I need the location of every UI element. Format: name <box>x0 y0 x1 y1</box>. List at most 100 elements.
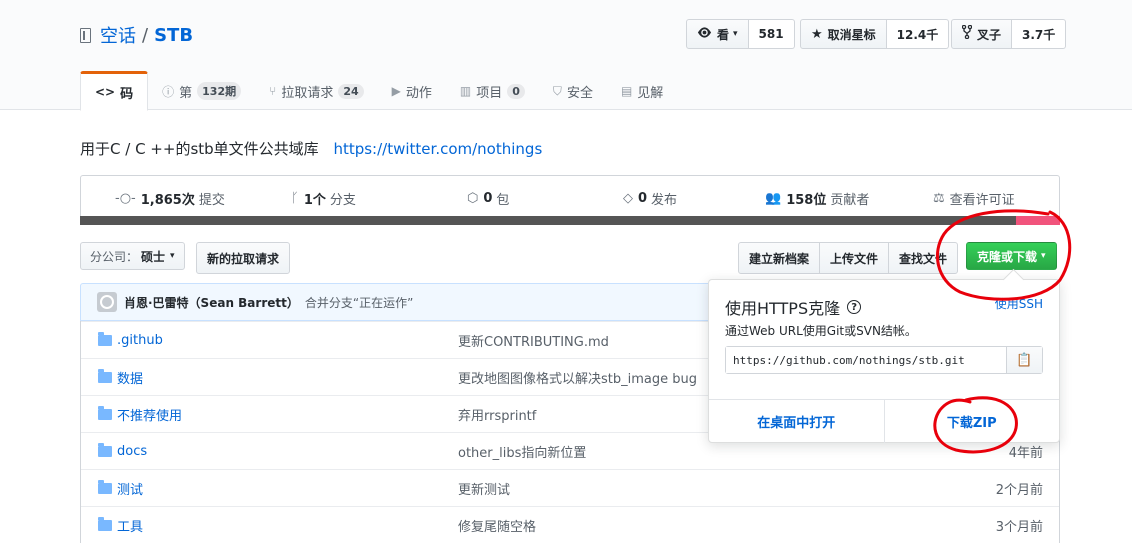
tab-security-label: 安全 <box>566 85 593 101</box>
file-name-link[interactable]: .github <box>117 333 163 348</box>
commits-label: 提交 <box>198 193 225 208</box>
tag-icon: ◇ <box>623 191 633 206</box>
unstar-button[interactable]: ★ 取消星标 <box>800 19 887 49</box>
clone-actions: 在桌面中打开 下载ZIP <box>709 399 1059 443</box>
unstar-label: 取消星标 <box>827 27 876 42</box>
watch-group: 看 ▾ 581 <box>686 19 795 49</box>
license-label: 查看许可证 <box>949 193 1015 208</box>
file-name-link[interactable]: 测试 <box>117 479 143 498</box>
tab-pull-requests-label: 拉取请求 <box>281 85 334 101</box>
branch-icon: ᚴ <box>291 191 299 206</box>
create-new-file-button[interactable]: 建立新档案 <box>738 242 821 274</box>
watch-count[interactable]: 581 <box>748 19 795 49</box>
tab-insights[interactable]: ▤ 见解 <box>607 71 677 111</box>
commit-message[interactable]: 合并分支“正在运作” <box>305 294 413 311</box>
contributors-link[interactable]: 👥 158位 贡献者 <box>765 189 869 208</box>
find-file-button[interactable]: 查找文件 <box>888 242 959 274</box>
packages-link[interactable]: ⬡ 0 包 <box>467 189 509 208</box>
branch-prefix: 分公司： <box>90 249 139 264</box>
packages-label: 包 <box>496 193 510 208</box>
clone-download-button[interactable]: 克隆或下载 ▾ <box>966 242 1057 270</box>
clone-url-field: 📋 <box>725 346 1043 374</box>
project-icon: ▥ <box>459 84 472 98</box>
license-link[interactable]: ⚖ 查看许可证 <box>933 189 1015 208</box>
commits-link[interactable]: -○- 1,865次 提交 <box>115 189 225 208</box>
fork-count[interactable]: 3.7千 <box>1012 19 1067 49</box>
language-segment-main <box>80 216 1016 225</box>
new-pull-request-button[interactable]: 新的拉取请求 <box>196 242 291 274</box>
commit-author[interactable]: 肖恩·巴雷特（Sean Barrett） <box>124 294 299 311</box>
commit-age: 3个月前 <box>995 519 1043 535</box>
repo-book-icon <box>80 27 91 43</box>
use-ssh-link[interactable]: 使用SSH <box>995 295 1043 312</box>
folder-icon <box>98 443 112 457</box>
graph-icon: ▤ <box>620 84 633 98</box>
github-repo-page: 空话 / STB 看 ▾ 581 ★ 取消星标 12.4千 叉子 3.7千 <>… <box>0 0 1132 548</box>
tab-projects-label: 项目 <box>476 85 503 101</box>
commit-age: 2个月前 <box>995 482 1043 498</box>
tab-pull-requests[interactable]: ⑂ 拉取请求 24 <box>255 71 378 111</box>
tab-code-label: 码 <box>120 86 134 102</box>
tab-security[interactable]: ⛉ 安全 <box>539 71 607 111</box>
help-icon[interactable]: ? <box>847 300 862 314</box>
contributors-count: 158位 <box>786 193 827 208</box>
file-name-link[interactable]: 工具 <box>117 516 143 535</box>
eye-icon <box>697 26 712 42</box>
branches-count: 1个 <box>303 193 326 208</box>
commit-icon: -○- <box>115 191 136 206</box>
tab-projects[interactable]: ▥ 项目 0 <box>446 71 539 111</box>
pull-request-icon: ⑂ <box>269 84 277 98</box>
commit-message-link[interactable]: 更改地图图像格式以解决stb_image bug <box>458 368 697 387</box>
tab-issues[interactable]: ⓘ 第 132期 <box>148 71 255 111</box>
star-group: ★ 取消星标 12.4千 <box>800 19 950 49</box>
tab-pull-requests-counter: 24 <box>338 83 364 99</box>
branches-label: 分支 <box>329 193 356 208</box>
repo-name-link[interactable]: STB <box>154 25 193 46</box>
fork-icon <box>961 24 973 43</box>
copy-button[interactable]: 📋 <box>1006 347 1042 373</box>
clone-hint: 通过Web URL使用Git或SVN结帐。 <box>725 324 917 338</box>
table-row[interactable]: 测试 更新测试 2个月前 <box>81 469 1059 506</box>
releases-link[interactable]: ◇ 0 发布 <box>623 189 677 208</box>
file-name-link[interactable]: docs <box>117 444 147 459</box>
open-in-desktop-button[interactable]: 在桌面中打开 <box>709 400 885 443</box>
commit-message-link[interactable]: 更新测试 <box>458 479 510 498</box>
tab-code[interactable]: <> 码 <box>80 71 149 111</box>
branches-link[interactable]: ᚴ 1个 分支 <box>291 189 356 208</box>
commits-count: 1,865次 <box>140 193 195 208</box>
commit-message-link[interactable]: 弃用rrsprintf <box>458 405 536 424</box>
folder-icon <box>98 517 112 531</box>
contributors-label: 贡献者 <box>830 193 870 208</box>
commit-message-link[interactable]: other_libs指向新位置 <box>458 442 586 461</box>
avatar[interactable] <box>97 292 117 312</box>
tab-insights-label: 见解 <box>637 85 664 101</box>
commit-message-link[interactable]: 更新CONTRIBUTING.md <box>458 331 609 350</box>
repo-owner-link[interactable]: 空话 <box>100 22 136 48</box>
caret-down-icon: ▾ <box>733 29 738 39</box>
file-name-link[interactable]: 数据 <box>117 368 143 387</box>
law-icon: ⚖ <box>933 191 945 206</box>
upload-files-button[interactable]: 上传文件 <box>819 242 890 274</box>
releases-label: 发布 <box>651 193 678 208</box>
tab-actions[interactable]: ▶ 动作 <box>378 71 446 111</box>
folder-icon <box>98 480 112 494</box>
clone-url-input[interactable] <box>726 347 1006 373</box>
folder-icon <box>98 369 112 383</box>
star-count[interactable]: 12.4千 <box>886 19 950 49</box>
download-zip-button[interactable]: 下载ZIP <box>885 400 1060 443</box>
watch-label: 看 <box>717 27 730 42</box>
repo-description-text: 用于C / C ++的stb单文件公共域库 <box>80 140 319 158</box>
package-icon: ⬡ <box>467 191 479 206</box>
file-name-link[interactable]: 不推荐使用 <box>117 405 182 424</box>
branch-select-button[interactable]: 分公司： 硕士 ▾ <box>80 242 185 270</box>
language-bar[interactable] <box>80 216 1060 225</box>
clone-dropdown: 使用HTTPS克隆 ? 使用SSH 通过Web URL使用Git或SVN结帐。 … <box>708 279 1060 443</box>
repo-homepage-link[interactable]: https://twitter.com/nothings <box>333 140 542 158</box>
table-row[interactable]: 工具 修复尾随空格 3个月前 <box>81 506 1059 543</box>
fork-button[interactable]: 叉子 <box>951 19 1013 49</box>
commit-message-link[interactable]: 修复尾随空格 <box>458 516 536 535</box>
caret-down-icon: ▾ <box>170 251 175 261</box>
repo-nav-tabs: <> 码 ⓘ 第 132期 ⑂ 拉取请求 24 ▶ 动作 ▥ 项目 0 ⛉ 安全… <box>80 71 677 111</box>
repo-separator: / <box>142 24 149 46</box>
watch-button[interactable]: 看 ▾ <box>686 19 749 49</box>
